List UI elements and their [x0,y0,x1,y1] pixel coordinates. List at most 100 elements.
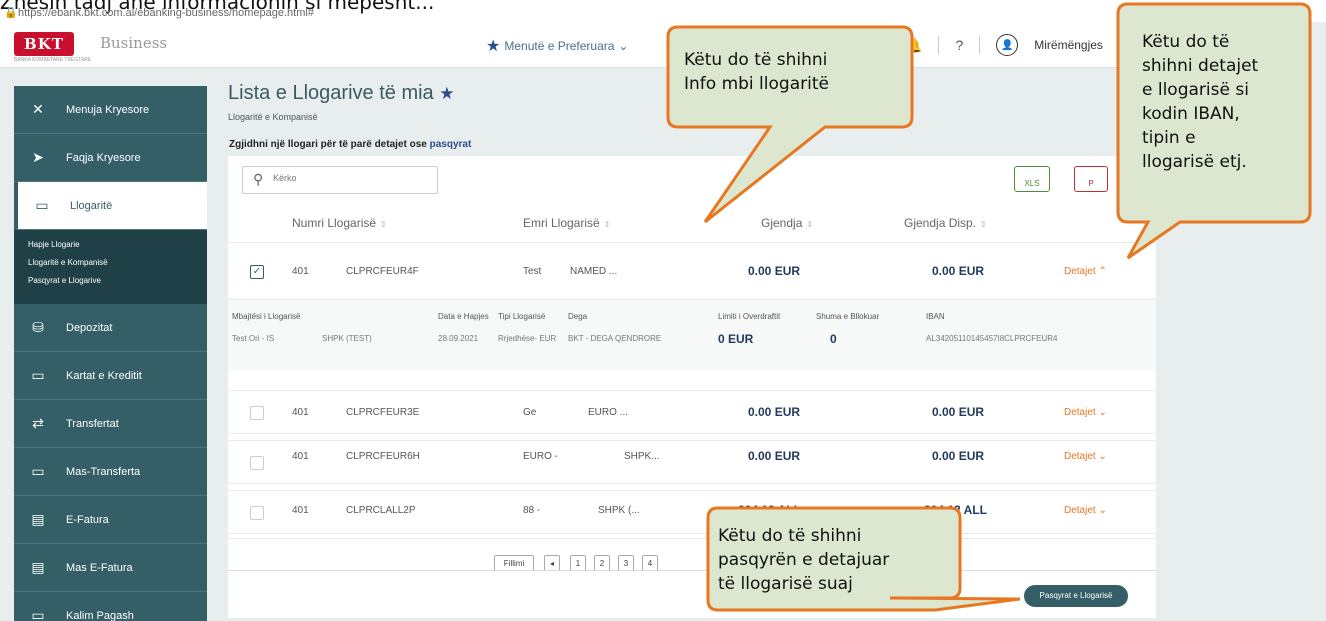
favorites-menu[interactable]: ★ Menutë e Preferuara ⌄ [486,36,628,56]
row-checkbox[interactable]: ✓ [250,265,264,279]
details-toggle[interactable]: Detajet ⌄ [1064,505,1107,516]
details-toggle[interactable]: Detajet ⌃ [1064,266,1107,277]
col-label: Gjendja [761,216,803,230]
overdraft-limit: 0 EUR [718,332,754,346]
page-title-text: Lista e Llogarive të mia [228,82,434,104]
user-icon[interactable]: 👤 [996,34,1019,56]
details-toggle[interactable]: Detajet ⌄ [1064,451,1107,462]
sidebar-item-payroll[interactable]: ▭ Kalim Pagash [14,592,207,621]
detail-label: Shuma e Bllokuar [816,312,880,321]
sidebar-item-accounts[interactable]: ▭ Llogaritë [14,182,207,230]
header-icons: 🔔 ? 👤 Mirëmëngjes [905,34,1103,56]
sidebar-item-label: Llogaritë [70,199,113,212]
balance: 0.00 EUR [748,405,801,419]
table-row[interactable]: 401 CLPRCFEUR3E Ge EURO ... 0.00 EUR 0.0… [228,390,1156,434]
browser-strip: Zhesin tadj ane informacionin si mepesht… [0,0,1326,22]
row-checkbox[interactable] [250,456,264,470]
account-name: Test [523,266,542,277]
sidebar-item-e-invoice[interactable]: ▤ E-Fatura [14,496,207,544]
deposit-icon: ⛁ [32,319,44,335]
detail-label: Dega [568,312,588,321]
callout-line: pasqyrën e detajuar [718,550,890,570]
available-balance: 0.00 EUR [932,449,985,463]
col-label: Numri Llogarisë [292,216,377,230]
lock-icon: 🔒 [4,7,18,19]
sidebar-item-transfers[interactable]: ⇄ Transfertat [14,400,207,448]
account-code: 401 [292,266,309,277]
sidebar-item-label: E-Fatura [66,513,109,526]
col-label: Emri Llogarisë [523,216,600,230]
sidebar-item-label: Kartat e Kreditit [66,369,142,382]
blocked-amount: 0 [830,332,837,346]
top-header: BKT BANKA KOMBETARE TREGTARE Business ★ … [0,22,1160,68]
bkt-logo[interactable]: BKT [14,32,74,56]
open-date: 28.09.2021 [438,334,479,343]
callout-line: Këtu do të shihni [718,526,862,546]
table-row[interactable]: ✓ 401 CLPRCFEUR4F Test NAMED ... 0.00 EU… [228,242,1156,300]
account-statements-button[interactable]: Pasqyrat e Llogarisë [1024,585,1128,607]
url-text: https://ebank.bkt.com.al/ebanking-busine… [18,7,314,19]
account-details: Mbajtësi i Llogarisë Data e Hapjes Tipi … [228,300,1156,370]
accounts-panel: ⚲ XLS P Numri Llogarisë⇕ Emri Llogarisë⇕… [228,156,1156,606]
account-name: 88 - [523,505,541,516]
export-xls-button[interactable]: XLS [1014,166,1050,192]
page-title: Lista e Llogarive të mia ★ [228,82,454,105]
sidebar-item-mass-e-invoice[interactable]: ▤ Mas E-Fatura [14,544,207,592]
account-number: CLPRCFEUR3E [346,407,420,418]
divider [938,36,940,54]
available-balance: 204.12 ALL [924,503,987,517]
iban: AL34205110145457I8CLPRCFEUR4 [926,334,1058,343]
row-checkbox[interactable] [250,406,264,420]
submenu-account-statements[interactable]: Pasqyrat e Llogarive [28,276,193,285]
col-label: Gjendja Disp. [904,216,977,230]
address-bar[interactable]: 🔒https://ebank.bkt.com.al/ebanking-busin… [4,6,314,19]
balance: 0.00 EUR [748,264,801,278]
balance: 204.12 ALL [738,503,801,517]
account-name-suffix: SHPK... [624,451,660,462]
holder-name: Test Ori - IS [232,334,275,343]
account-name-suffix: NAMED ... [570,266,618,277]
callout-line: Info mbi llogaritë [684,74,829,94]
sidebar-item-label: Mas E-Fatura [66,561,133,574]
mass-invoice-icon: ▤ [31,559,45,575]
statements-link[interactable]: pasqyrat [430,139,472,150]
search-input[interactable] [273,173,423,183]
star-icon[interactable]: ★ [439,84,454,103]
account-name-suffix: SHPK (... [598,505,640,516]
account-number: CLPRCLALL2P [346,505,416,516]
bell-icon[interactable]: 🔔 [905,37,922,54]
table-row[interactable]: 401 CLPRCFEUR6H EURO - SHPK... 0.00 EUR … [228,440,1156,484]
favorites-label: Menutë e Preferuara [504,39,615,53]
divider [979,36,981,54]
detail-label: Tipi Llogarisë [498,312,546,321]
callout-line: të llogarisë suaj [718,574,853,594]
table-row[interactable]: 401 CLPRCLALL2P 88 - SHPK (... 204.12 AL… [228,490,1156,534]
submenu-open-account[interactable]: Hapje Llogarie [28,240,193,249]
sidebar-item-mass-transfers[interactable]: ▭ Mas-Transferta [14,448,207,496]
accounts-icon: ▭ [35,197,49,213]
search-icon: ⚲ [253,171,264,187]
details-toggle[interactable]: Detajet ⌄ [1064,407,1107,418]
callout-line: Këtu do të shihni [684,50,828,70]
sidebar-item-label: Faqja Kryesore [66,151,141,164]
sidebar-item-label: Depozitat [66,321,113,334]
search-box[interactable]: ⚲ [242,166,438,194]
account-code: 401 [292,451,309,462]
col-account-number[interactable]: Numri Llogarisë ⇕ [292,216,387,230]
sidebar-item-main-menu[interactable]: ✕ Menuja Kryesore [14,86,207,134]
help-button[interactable]: ? [955,37,963,53]
submenu-company-accounts[interactable]: Llogaritë e Kompanisë [28,258,193,267]
star-icon: ★ [486,38,501,55]
account-name: Ge [523,407,537,418]
row-checkbox[interactable] [250,506,264,520]
col-balance[interactable]: Gjendja ⇕ [761,216,813,230]
export-pdf-button[interactable]: P [1074,166,1108,192]
chevron-down-icon: ⌄ [618,39,629,53]
callout-line: kodin IBAN, [1142,104,1240,124]
account-code: 401 [292,407,309,418]
col-available-balance[interactable]: Gjendja Disp. ⇕ [904,216,987,230]
sidebar-item-credit-cards[interactable]: ▭ Kartat e Kreditit [14,352,207,400]
sidebar-item-home[interactable]: ➤ Faqja Kryesore [14,134,207,182]
sidebar-item-deposits[interactable]: ⛁ Depozitat [14,304,207,352]
col-account-name[interactable]: Emri Llogarisë ⇕ [523,216,610,230]
